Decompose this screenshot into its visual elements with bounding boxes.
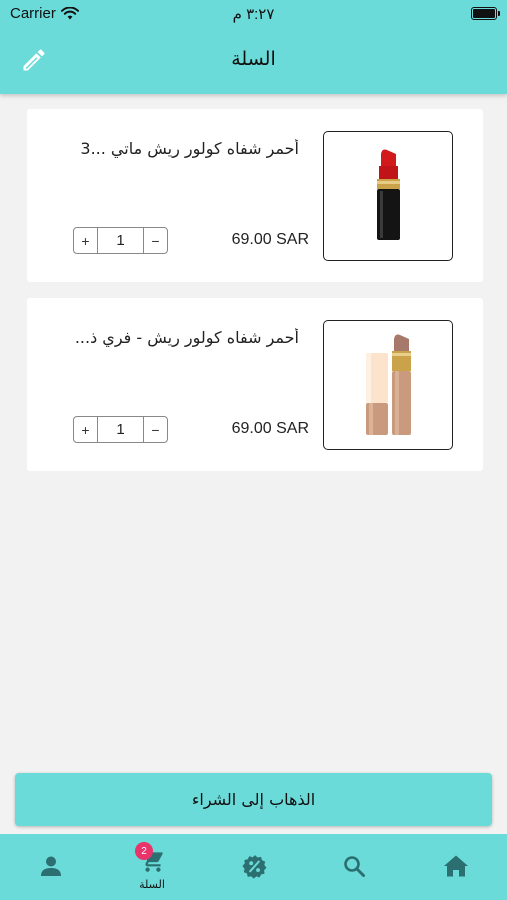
discount-icon bbox=[242, 855, 267, 879]
increase-quantity-button[interactable]: + bbox=[74, 417, 98, 442]
cart-item: أحمر شفاه كولور ريش - فري ذ... 69.00 SAR… bbox=[27, 298, 483, 471]
cart-count-badge: 2 bbox=[135, 842, 153, 860]
status-time: ٣:٢٧ م bbox=[232, 6, 275, 23]
product-name[interactable]: أحمر شفاه كولور ريش - فري ذ... bbox=[73, 328, 299, 347]
tab-search[interactable] bbox=[319, 834, 389, 900]
decrease-quantity-button[interactable]: − bbox=[143, 417, 167, 442]
quantity-stepper: + 1 − bbox=[73, 227, 168, 254]
product-image[interactable] bbox=[323, 320, 453, 450]
tab-profile[interactable] bbox=[16, 834, 86, 900]
quantity-stepper: + 1 − bbox=[73, 416, 168, 443]
tab-offers[interactable] bbox=[219, 834, 289, 900]
status-bar: Carrier ٣:٢٧ م bbox=[0, 0, 507, 30]
tab-bar: 2 السلة bbox=[0, 834, 507, 900]
tab-home[interactable] bbox=[420, 834, 490, 900]
red-lipstick-image bbox=[377, 149, 400, 240]
person-icon bbox=[41, 856, 61, 876]
product-price: 69.00 SAR bbox=[231, 420, 309, 437]
product-price: 69.00 SAR bbox=[231, 231, 309, 248]
nude-lipstick-image bbox=[366, 334, 411, 435]
battery-icon bbox=[471, 7, 500, 20]
home-icon bbox=[444, 855, 468, 877]
checkout-button[interactable]: الذهاب إلى الشراء bbox=[15, 773, 492, 826]
increase-quantity-button[interactable]: + bbox=[74, 228, 98, 253]
cart-item: أحمر شفاه كولور ريش ماتي ...3 69.00 SAR … bbox=[27, 109, 483, 282]
search-icon bbox=[344, 856, 365, 877]
top-bar: Carrier ٣:٢٧ م السلة bbox=[0, 0, 507, 94]
decrease-quantity-button[interactable]: − bbox=[143, 228, 167, 253]
page-title: السلة bbox=[231, 48, 276, 70]
tab-cart-label: السلة bbox=[139, 878, 165, 891]
tab-cart[interactable]: 2 السلة bbox=[117, 834, 187, 900]
quantity-value: 1 bbox=[116, 232, 125, 249]
product-image[interactable] bbox=[323, 131, 453, 261]
quantity-value: 1 bbox=[116, 421, 125, 438]
product-name[interactable]: أحمر شفاه كولور ريش ماتي ...3 bbox=[73, 139, 299, 158]
